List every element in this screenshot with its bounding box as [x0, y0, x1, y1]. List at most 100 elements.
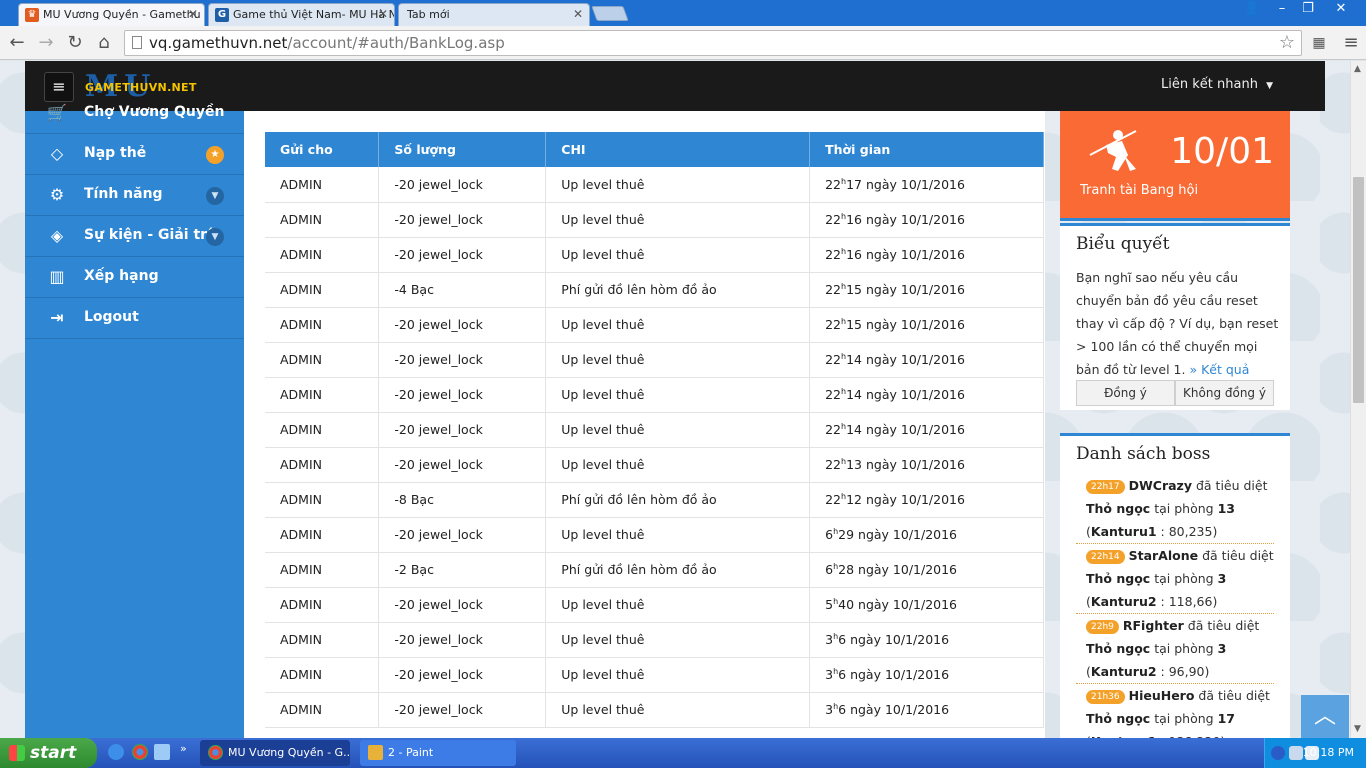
time-rest: 29 ngày 10/1/2016 [838, 527, 958, 543]
cell-chi: Up level thuê [545, 307, 811, 343]
scroll-down-arrow-icon[interactable]: ▼ [1354, 724, 1361, 734]
taskbar-item-paint[interactable]: 2 - Paint [360, 740, 516, 766]
cell-chi: Up level thuê [545, 622, 811, 658]
cell-chi: Up level thuê [545, 377, 811, 413]
address-bar[interactable]: vq.gamethuvn.net/account/#auth/BankLog.a… [124, 30, 1302, 56]
cell-amount: -20 jewel_lock [378, 622, 547, 658]
sidebar-item-market[interactable]: 🛒 Chợ Vương Quyền [25, 93, 244, 134]
sidebar-item-label: Nạp thẻ [84, 145, 147, 161]
user-profile-icon[interactable]: 👤 [1238, 0, 1266, 18]
boss-player[interactable]: StarAlone [1129, 548, 1199, 563]
scrollbar-thumb[interactable] [1353, 177, 1364, 403]
forward-arrow-icon[interactable]: → [35, 32, 57, 54]
boss-player[interactable]: DWCrazy [1129, 478, 1192, 493]
sidebar-item-topup[interactable]: ◇ Nạp thẻ ★ [25, 134, 244, 175]
boss-time-badge: 21h36 [1086, 690, 1125, 704]
table-row: ADMIN -20 jewel_lock Up level thuê 3h6 ngày… [265, 657, 1044, 693]
agree-button[interactable]: Đồng ý [1076, 380, 1175, 406]
cell-chi: Up level thuê [545, 657, 811, 693]
qr-code-icon[interactable]: ▦ [1308, 32, 1330, 54]
table-row: ADMIN -20 jewel_lock Up level thuê 22h13 ng… [265, 447, 1044, 483]
back-arrow-icon[interactable]: ← [6, 32, 28, 54]
scroll-up-arrow-icon[interactable]: ▲ [1354, 64, 1361, 74]
boss-killed-text: đã tiêu diệt [1195, 478, 1268, 493]
time-hour: 22 [825, 247, 842, 263]
chrome-quicklaunch-icon[interactable] [132, 744, 148, 760]
boss-list-panel: Danh sách boss 22h17 DWCrazy đã tiêu diệt… [1060, 433, 1290, 738]
chevron-down-icon[interactable]: ▼ [206, 228, 224, 246]
cell-amount: -20 jewel_lock [378, 342, 547, 378]
time-rest: 28 ngày 10/1/2016 [838, 562, 958, 578]
start-label: start [30, 743, 77, 763]
time-hour: 22 [825, 352, 842, 368]
taskbar-item-chrome[interactable]: MU Vương Quyền - G... [200, 740, 350, 766]
quick-links-dropdown[interactable]: Liên kết nhanh ▼ [1161, 77, 1273, 92]
reload-icon[interactable]: ↻ [64, 32, 86, 54]
boss-list-item: 22h17 DWCrazy đã tiêu diệt Thỏ ngọc tại ph… [1076, 474, 1274, 544]
close-tab-icon[interactable]: ✕ [378, 4, 388, 25]
minimize-window-icon[interactable]: – [1268, 0, 1296, 18]
guild-event-box[interactable]: 10/01 Tranh tài Bang hội [1060, 111, 1290, 221]
boss-room: 3 [1217, 571, 1227, 586]
time-hour: 6 [825, 562, 834, 578]
boss-map: Kanturu1 [1090, 524, 1157, 539]
home-icon[interactable]: ⌂ [93, 32, 115, 54]
cell-chi: Up level thuê [545, 167, 811, 203]
browser-toolbar: ← → ↻ ⌂ vq.gamethuvn.net/account/#auth/B… [0, 26, 1366, 60]
cell-time: 22h17 ngày 10/1/2016 [809, 167, 1044, 203]
cell-time: 3h6 ngày 10/1/2016 [809, 657, 1044, 693]
boss-room: 3 [1217, 641, 1227, 656]
boss-list-item: 21h36 HieuHero đã tiêu diệt Thỏ ngọc tại p… [1076, 684, 1274, 738]
close-tab-icon[interactable]: ✕ [573, 4, 583, 25]
cell-time: 22h15 ngày 10/1/2016 [809, 307, 1044, 343]
scroll-to-top-button[interactable]: ︿ [1301, 695, 1349, 738]
time-rest: 6 ngày 10/1/2016 [838, 702, 950, 718]
cell-amount: -20 jewel_lock [378, 447, 547, 483]
more-quicklaunch-icon[interactable]: » [180, 742, 187, 755]
cell-amount: -20 jewel_lock [378, 237, 547, 273]
boss-player[interactable]: HieuHero [1129, 688, 1195, 703]
column-header-chi: CHI [545, 132, 811, 167]
time-rest: 14 ngày 10/1/2016 [846, 387, 965, 403]
boss-player[interactable]: RFighter [1123, 618, 1184, 633]
poll-result-link[interactable]: » Kết quả [1189, 362, 1249, 377]
browser-tab-gamethu[interactable]: G Game thủ Việt Nam- MU Hà N ✕ [208, 3, 395, 26]
boss-coords: : 96,90) [1156, 664, 1210, 679]
boss-map: Kanturu2 [1090, 594, 1157, 609]
windows-flag-icon [9, 745, 25, 761]
close-tab-icon[interactable]: ✕ [188, 4, 198, 25]
new-tab-button[interactable] [591, 6, 629, 21]
sidebar-item-ranking[interactable]: ▥ Xếp hạng [25, 257, 244, 298]
cell-to: ADMIN [265, 447, 380, 483]
chrome-menu-icon[interactable]: ≡ [1340, 32, 1362, 54]
cell-amount: -20 jewel_lock [378, 307, 547, 343]
time-rest: 16 ngày 10/1/2016 [846, 212, 965, 228]
gears-icon: ⚙ [49, 185, 65, 204]
bookmark-star-icon[interactable]: ☆ [1279, 31, 1295, 55]
sidebar-item-logout[interactable]: ⇥ Logout [25, 298, 244, 339]
bar-chart-icon: ▥ [49, 267, 65, 286]
browser-tab-mu[interactable]: ♛ MU Vương Quyền - Gamethu ✕ [18, 3, 205, 26]
sidebar-item-features[interactable]: ⚙ Tính năng ▼ [25, 175, 244, 216]
network-icon[interactable] [1289, 746, 1303, 760]
cell-time: 22h12 ngày 10/1/2016 [809, 482, 1044, 518]
time-hour: 22 [825, 317, 842, 333]
page-scrollbar[interactable]: ▲ ▼ [1350, 61, 1366, 738]
close-window-icon[interactable]: ✕ [1326, 0, 1356, 18]
cell-amount: -20 jewel_lock [378, 202, 547, 238]
browser-tab-new[interactable]: Tab mới ✕ [398, 3, 590, 26]
chevron-down-icon[interactable]: ▼ [206, 187, 224, 205]
time-hour: 5 [825, 597, 834, 613]
disagree-button[interactable]: Không đồng ý [1175, 380, 1274, 406]
start-button[interactable]: start [0, 738, 97, 768]
restore-window-icon[interactable]: ❐ [1294, 0, 1322, 18]
boss-coords: : 80,235) [1156, 524, 1218, 539]
sidebar-item-events[interactable]: ◈ Sự kiện - Giải trí ▼ [25, 216, 244, 257]
ie-quicklaunch-icon[interactable] [108, 744, 124, 760]
tray-arrow-icon[interactable] [1271, 746, 1285, 760]
page-icon [132, 36, 142, 49]
cell-amount: -20 jewel_lock [378, 657, 547, 693]
page-viewport: ≡ MU GAMETHUVN.NET Liên kết nhanh ▼ 🛒 Ch… [0, 61, 1350, 738]
time-rest: 6 ngày 10/1/2016 [838, 667, 950, 683]
explorer-quicklaunch-icon[interactable] [154, 744, 170, 760]
